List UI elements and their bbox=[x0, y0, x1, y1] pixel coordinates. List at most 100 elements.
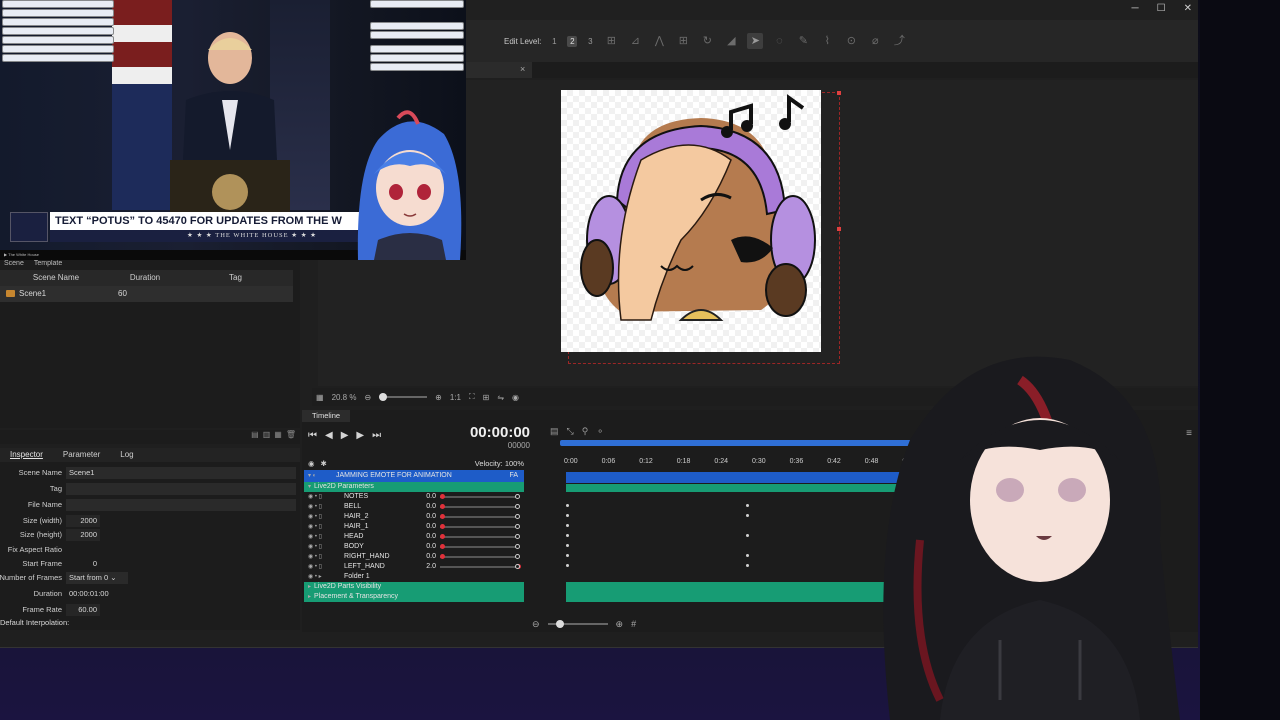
step-back-icon[interactable]: ◀ bbox=[325, 430, 333, 441]
column-duration[interactable]: Duration bbox=[112, 270, 178, 286]
parameter-knob[interactable] bbox=[440, 514, 445, 519]
keyframe[interactable] bbox=[566, 504, 569, 507]
parameter-slider[interactable] bbox=[440, 564, 521, 569]
scene-name-input[interactable]: Scene1 bbox=[66, 467, 296, 479]
brush-icon[interactable]: ✎ bbox=[795, 33, 811, 49]
expand-icon[interactable]: ▸ bbox=[304, 582, 314, 592]
resize-handle[interactable] bbox=[837, 91, 841, 95]
play-icon[interactable]: ▶ bbox=[341, 430, 349, 441]
parameter-value[interactable]: 0.0 bbox=[422, 492, 436, 502]
arrow-select-icon[interactable]: ➤ bbox=[747, 33, 764, 49]
parameter-knob[interactable] bbox=[440, 544, 445, 549]
grid-toggle-icon[interactable]: ⊞ bbox=[483, 393, 490, 402]
zoom-slider[interactable] bbox=[379, 393, 428, 401]
grid-snap-icon[interactable]: # bbox=[631, 619, 636, 629]
skip-end-icon[interactable]: ⏭ bbox=[372, 430, 381, 441]
edit-level-1[interactable]: 1 bbox=[549, 37, 559, 46]
visibility-icon[interactable]: ◉ • ▯ bbox=[304, 562, 336, 572]
keyframe[interactable] bbox=[746, 554, 749, 557]
play-icon[interactable]: ▶ bbox=[4, 252, 7, 257]
close-icon[interactable]: ✕ bbox=[1184, 3, 1192, 14]
visibility-all-icon[interactable]: ◉ bbox=[308, 459, 315, 468]
start-frame-input[interactable]: 0 bbox=[66, 558, 100, 570]
target-icon[interactable]: ⊙ bbox=[843, 33, 859, 49]
tag-input[interactable] bbox=[66, 483, 296, 495]
resize-handle[interactable] bbox=[837, 227, 841, 231]
tab-timeline[interactable]: Timeline bbox=[302, 410, 350, 422]
zoom-knob[interactable] bbox=[555, 620, 564, 628]
parameter-value[interactable]: 0.0 bbox=[422, 502, 436, 512]
pin-icon[interactable]: ◢ bbox=[723, 33, 739, 49]
delete-scene-icon[interactable]: 🗑 bbox=[286, 430, 296, 444]
visibility-icon[interactable]: ◉ • ▯ bbox=[304, 552, 336, 562]
parameter-slider[interactable] bbox=[440, 504, 520, 509]
group-live2d-parameters[interactable]: ▾ Live2D Parameters bbox=[304, 482, 524, 492]
settings-scene-icon[interactable]: ▦ bbox=[274, 430, 282, 444]
visibility-icon[interactable]: ◉ • ▯ bbox=[304, 502, 336, 512]
folder-row[interactable]: ◉ • ▸ Folder 1 bbox=[304, 572, 524, 582]
mesh-edit-icon[interactable]: ⊞ bbox=[603, 33, 619, 49]
step-forward-icon[interactable]: ▶ bbox=[356, 430, 364, 441]
parameter-knob[interactable] bbox=[440, 524, 445, 529]
parameter-value[interactable]: 0.0 bbox=[422, 542, 436, 552]
parameter-knob[interactable] bbox=[440, 504, 445, 509]
keyframe[interactable] bbox=[566, 524, 569, 527]
parameter-knob[interactable] bbox=[440, 534, 445, 539]
animation-layer[interactable]: ▾ ◐ JAMMING EMOTE FOR ANIMATION FA bbox=[304, 470, 524, 482]
table-row[interactable]: ◉ • ▯ NOTES 0.0 bbox=[304, 492, 524, 502]
graph-editor-icon[interactable]: ▤ bbox=[550, 426, 559, 437]
checker-toggle-icon[interactable]: ▦ bbox=[316, 393, 324, 402]
model-canvas[interactable] bbox=[561, 90, 821, 352]
file-name-input[interactable] bbox=[66, 499, 296, 511]
parameter-slider[interactable] bbox=[440, 534, 520, 539]
grid-icon[interactable]: ⊞ bbox=[675, 33, 691, 49]
parameter-value[interactable]: 0.0 bbox=[422, 522, 436, 532]
maximize-icon[interactable]: ☐ bbox=[1157, 3, 1166, 14]
edit-level-2[interactable]: 2 bbox=[567, 35, 578, 47]
actual-size-button[interactable]: 1:1 bbox=[450, 393, 461, 402]
warp-icon[interactable]: ⋀ bbox=[651, 33, 667, 49]
size-width-input[interactable]: 2000 bbox=[66, 515, 100, 527]
parameter-value[interactable]: 0.0 bbox=[422, 552, 436, 562]
tab-inspector[interactable]: Inspector bbox=[0, 448, 53, 462]
zoom-out-icon[interactable]: ⊖ bbox=[532, 619, 540, 630]
group-placement[interactable]: ▸ Placement & Transparency bbox=[304, 592, 524, 602]
duplicate-scene-icon[interactable]: ▤ bbox=[251, 430, 259, 444]
expand-icon[interactable]: ▸ bbox=[304, 592, 314, 602]
zoom-knob[interactable] bbox=[379, 393, 388, 401]
tab-parameter[interactable]: Parameter bbox=[53, 448, 110, 462]
parameter-knob[interactable] bbox=[440, 554, 445, 559]
keyframe[interactable] bbox=[566, 564, 569, 567]
parameter-value[interactable]: 2.0 bbox=[422, 562, 436, 572]
table-row[interactable]: ◉ • ▯ HEAD 0.0 bbox=[304, 532, 524, 542]
column-scene-name[interactable]: Scene Name bbox=[0, 270, 112, 286]
visibility-icon[interactable]: ◉ • ▯ bbox=[304, 492, 336, 502]
table-row[interactable]: ◉ • ▯ RIGHT_HAND 0.0 bbox=[304, 552, 524, 562]
lasso-icon[interactable]: ◌ bbox=[771, 33, 787, 49]
visibility-icon[interactable]: ◉ bbox=[512, 393, 519, 402]
visibility-icon[interactable]: ◉ • ▯ bbox=[304, 512, 336, 522]
edit-level-3[interactable]: 3 bbox=[585, 37, 595, 46]
keyframe[interactable] bbox=[746, 534, 749, 537]
tab-log[interactable]: Log bbox=[110, 448, 143, 462]
table-row[interactable]: ◉ • ▯ HAIR_2 0.0 bbox=[304, 512, 524, 522]
keyframe[interactable] bbox=[566, 554, 569, 557]
close-tab-icon[interactable]: × bbox=[520, 64, 525, 74]
zoom-out-icon[interactable]: ⊖ bbox=[364, 393, 371, 402]
number-of-frames-select[interactable]: Start from 0 ⌄ bbox=[66, 572, 128, 584]
timeline-zoom-slider[interactable] bbox=[547, 620, 608, 628]
skip-start-icon[interactable]: ⏮ bbox=[308, 430, 317, 441]
keyframe[interactable] bbox=[746, 514, 749, 517]
parameter-value[interactable]: 0.0 bbox=[422, 532, 436, 542]
keyframe[interactable] bbox=[746, 504, 749, 507]
fit-icon[interactable]: ⛶ bbox=[469, 392, 475, 402]
velocity-control[interactable]: Velocity: 100% bbox=[475, 459, 524, 468]
parameter-knob[interactable] bbox=[440, 494, 445, 499]
keyframe[interactable] bbox=[566, 534, 569, 537]
column-tag[interactable]: Tag bbox=[178, 270, 293, 286]
export-scene-icon[interactable]: ▥ bbox=[263, 430, 271, 444]
table-row[interactable]: ◉ • ▯ BODY 0.0 bbox=[304, 542, 524, 552]
parameter-slider[interactable] bbox=[440, 524, 520, 529]
add-layer-icon[interactable]: ✱ bbox=[321, 459, 327, 468]
parameter-slider[interactable] bbox=[440, 514, 520, 519]
